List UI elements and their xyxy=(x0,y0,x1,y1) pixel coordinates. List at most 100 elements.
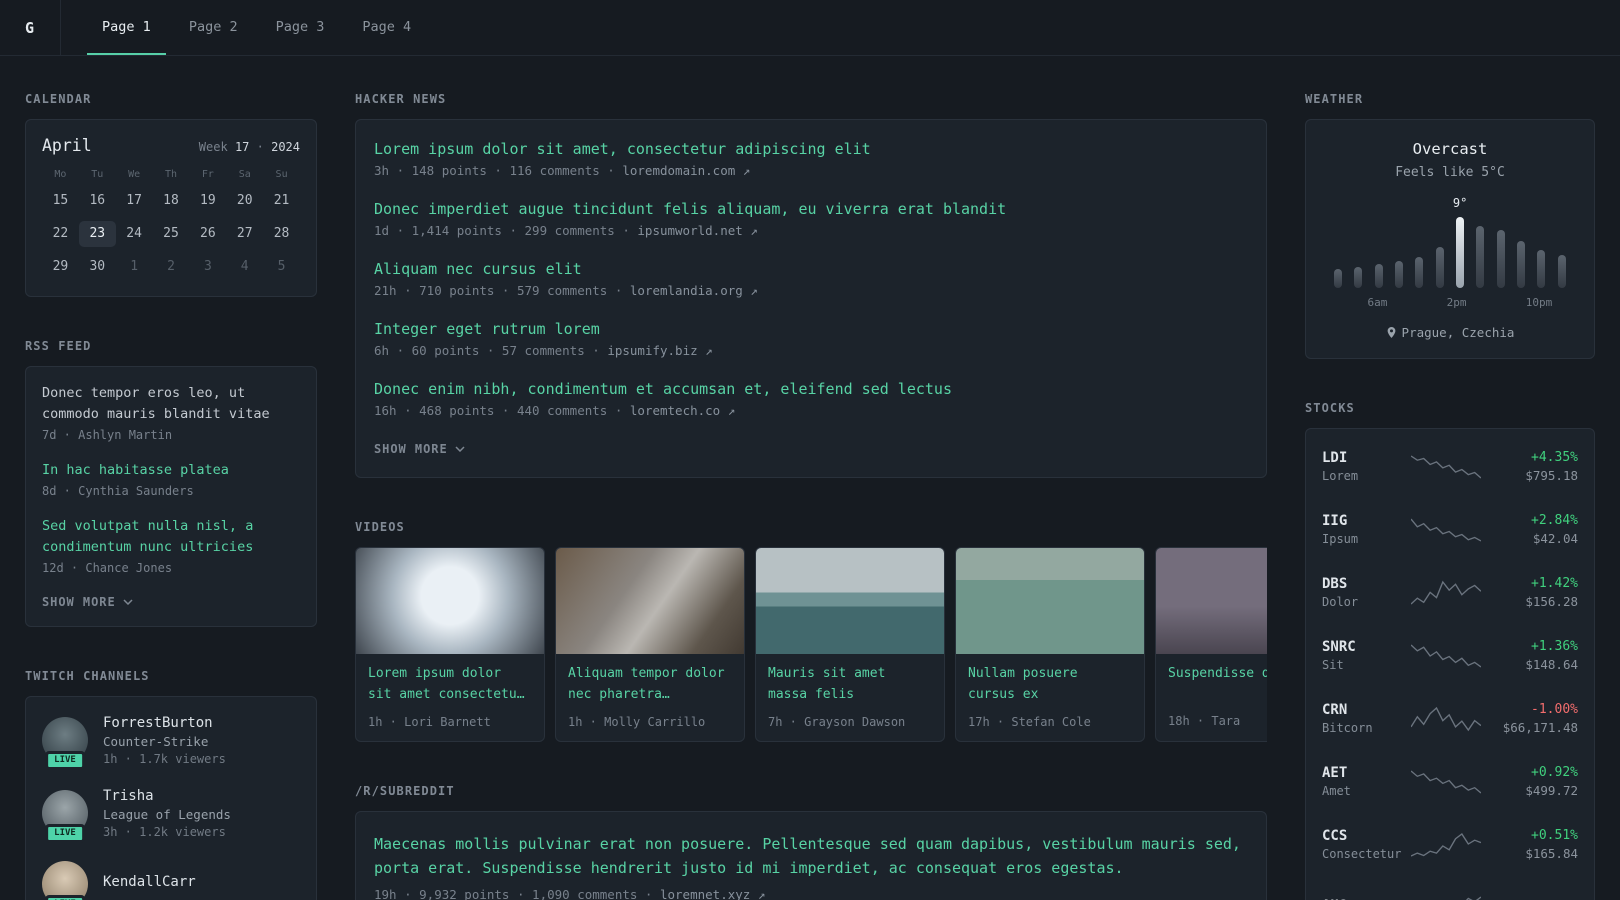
stock-change: +0.51% xyxy=(1531,828,1578,843)
twitch-channel[interactable]: LIVE KendallCarr xyxy=(42,860,300,900)
stock-price: $499.72 xyxy=(1525,783,1578,798)
news-item: Donec enim nibh, condimentum et accumsan… xyxy=(374,380,1248,418)
live-badge: LIVE xyxy=(45,751,85,771)
stock-name: Bitcorn xyxy=(1322,721,1373,735)
news-meta-text: 1d · 1,414 points · 299 comments · xyxy=(374,223,630,238)
video-title[interactable]: Suspendisse diam xyxy=(1168,664,1267,705)
video-card[interactable]: Aliquam tempor dolor nec pharetra… 1h · … xyxy=(555,547,745,742)
weather-time-label xyxy=(1427,296,1447,309)
news-show-more-button[interactable]: SHOW MORE xyxy=(374,442,465,456)
stock-values: +1.36% $148.64 xyxy=(1482,639,1578,672)
stock-row[interactable]: AET Amet +0.92% $499.72 xyxy=(1322,750,1578,813)
video-title[interactable]: Aliquam tempor dolor nec pharetra… xyxy=(568,664,732,706)
news-meta-text: 3h · 148 points · 116 comments · xyxy=(374,163,615,178)
stock-name: Sit xyxy=(1322,658,1344,672)
stock-id: CCS Consectetur xyxy=(1322,828,1410,861)
calendar-year: 2024 xyxy=(271,140,300,154)
calendar-day: 16 xyxy=(89,193,106,208)
page-tab-label: Page 2 xyxy=(188,18,238,35)
news-title[interactable]: Donec enim nibh, condimentum et accumsan… xyxy=(374,380,1248,398)
page-tab-label: Page 1 xyxy=(102,18,151,35)
chevron-down-icon xyxy=(123,599,133,605)
video-thumbnail[interactable] xyxy=(356,548,544,654)
weather-bar xyxy=(1334,268,1343,288)
page-tab[interactable]: Page 3 xyxy=(261,0,340,55)
calendar-header: April Week 17 · 2024 xyxy=(42,136,300,155)
channel-game: League of Legends xyxy=(103,806,231,822)
weather-bar-column xyxy=(1491,214,1511,288)
stock-sparkline xyxy=(1465,895,1481,900)
calendar-day: 17 xyxy=(126,193,142,208)
channel-info: Trisha League of Legends 3h · 1.2k viewe… xyxy=(103,788,231,839)
calendar-dow-label: Fr xyxy=(201,169,214,180)
channel-name[interactable]: ForrestBurton xyxy=(103,715,226,731)
page-tab[interactable]: Page 4 xyxy=(347,0,426,55)
live-badge: LIVE xyxy=(45,894,85,900)
stock-sparkline xyxy=(1411,454,1481,478)
news-domain-link[interactable]: ipsumify.biz ↗ xyxy=(607,343,712,358)
video-thumbnail[interactable] xyxy=(956,548,1144,654)
post-domain-link[interactable]: loremnet.xyz ↗ xyxy=(660,887,765,900)
stock-sparkline xyxy=(1411,770,1481,793)
stock-row[interactable]: LDI Lorem +4.35% $795.18 xyxy=(1322,435,1578,498)
rss-list: Donec tempor eros leo, ut commodo mauris… xyxy=(42,383,300,575)
stock-values: +2.84% $42.04 xyxy=(1482,513,1578,546)
stock-row[interactable]: DBS Dolor +1.42% $156.28 xyxy=(1322,561,1578,624)
page-tabs: Page 1 Page 2 Page 3 Page 4 xyxy=(87,0,426,55)
rss-item-title[interactable]: Donec tempor eros leo, ut commodo mauris… xyxy=(42,383,300,425)
video-card[interactable]: Suspendisse diam 18h · Tara xyxy=(1155,547,1267,742)
news-domain-link[interactable]: ipsumworld.net ↗ xyxy=(637,223,757,238)
calendar-month: April xyxy=(42,136,92,155)
stock-row[interactable]: CRN Bitcorn -1.00% $66,171.48 xyxy=(1322,687,1578,750)
calendar-day: 26 xyxy=(200,226,216,241)
stock-sparkline xyxy=(1411,832,1481,857)
rss-item-title[interactable]: Sed volutpat nulla nisl, a condimentum n… xyxy=(42,516,300,558)
stock-row[interactable]: AHS +0.46% xyxy=(1322,876,1578,900)
twitch-channel[interactable]: LIVE ForrestBurton Counter-Strike 1h · 1… xyxy=(42,715,300,771)
video-title[interactable]: Lorem ipsum dolor sit amet consectetu… xyxy=(368,664,532,706)
weather-bar xyxy=(1354,266,1363,288)
video-thumbnail[interactable] xyxy=(1156,548,1267,654)
rss-item: Donec tempor eros leo, ut commodo mauris… xyxy=(42,383,300,442)
page-tab[interactable]: Page 2 xyxy=(174,0,253,55)
video-card[interactable]: Nullam posuere cursus ex 17h · Stefan Co… xyxy=(955,547,1145,742)
weather-time-label xyxy=(1348,296,1368,309)
video-title[interactable]: Mauris sit amet massa felis xyxy=(768,664,932,706)
section-heading-stocks: STOCKS xyxy=(1305,401,1355,415)
stock-row[interactable]: CCS Consectetur +0.51% $165.84 xyxy=(1322,813,1578,876)
video-card[interactable]: Lorem ipsum dolor sit amet consectetu… 1… xyxy=(355,547,545,742)
rss-widget: RSS FEED Donec tempor eros leo, ut commo… xyxy=(25,339,317,627)
rss-show-more-button[interactable]: SHOW MORE xyxy=(42,595,133,609)
calendar-day: 1 xyxy=(130,259,139,274)
news-title[interactable]: Aliquam nec cursus elit xyxy=(374,260,1248,278)
news-title[interactable]: Donec imperdiet augue tincidunt felis al… xyxy=(374,200,1248,218)
video-meta: 7h · Grayson Dawson xyxy=(768,714,906,729)
page-tab[interactable]: Page 1 xyxy=(87,0,166,55)
calendar-day: 25 xyxy=(163,226,179,241)
stock-row[interactable]: SNRC Sit +1.36% $148.64 xyxy=(1322,624,1578,687)
post-title[interactable]: Maecenas mollis pulvinar erat non posuer… xyxy=(374,832,1248,881)
news-domain-link[interactable]: loremtech.co ↗ xyxy=(630,403,735,418)
channel-name[interactable]: Trisha xyxy=(103,788,231,804)
weather-time-label xyxy=(1552,296,1572,309)
weather-bar xyxy=(1395,260,1404,288)
section-heading-subreddit: /R/SUBREDDIT xyxy=(355,783,455,798)
channel-name[interactable]: KendallCarr xyxy=(103,874,196,890)
rss-item-title[interactable]: In hac habitasse platea xyxy=(42,460,300,481)
news-domain-link[interactable]: loremdomain.com ↗ xyxy=(622,163,750,178)
video-thumbnail[interactable] xyxy=(556,548,744,654)
news-title[interactable]: Lorem ipsum dolor sit amet, consectetur … xyxy=(374,140,1248,158)
stock-name: Lorem xyxy=(1322,469,1359,483)
stock-row[interactable]: IIG Ipsum +2.84% $42.04 xyxy=(1322,498,1578,561)
calendar-separator: · xyxy=(256,140,264,154)
news-domain-link[interactable]: loremlandia.org ↗ xyxy=(630,283,758,298)
weather-bar-column xyxy=(1409,214,1429,288)
video-meta: 1h · Lori Barnett xyxy=(368,714,491,729)
channel-viewers: 1h · 1.7k viewers xyxy=(103,751,226,766)
news-title[interactable]: Integer eget rutrum lorem xyxy=(374,320,1248,338)
video-thumbnail[interactable] xyxy=(756,548,944,654)
video-card[interactable]: Mauris sit amet massa felis 7h · Grayson… xyxy=(755,547,945,742)
video-title[interactable]: Nullam posuere cursus ex xyxy=(968,664,1132,706)
weather-bar-column xyxy=(1430,214,1450,288)
twitch-channel[interactable]: LIVE Trisha League of Legends 3h · 1.2k … xyxy=(42,788,300,844)
